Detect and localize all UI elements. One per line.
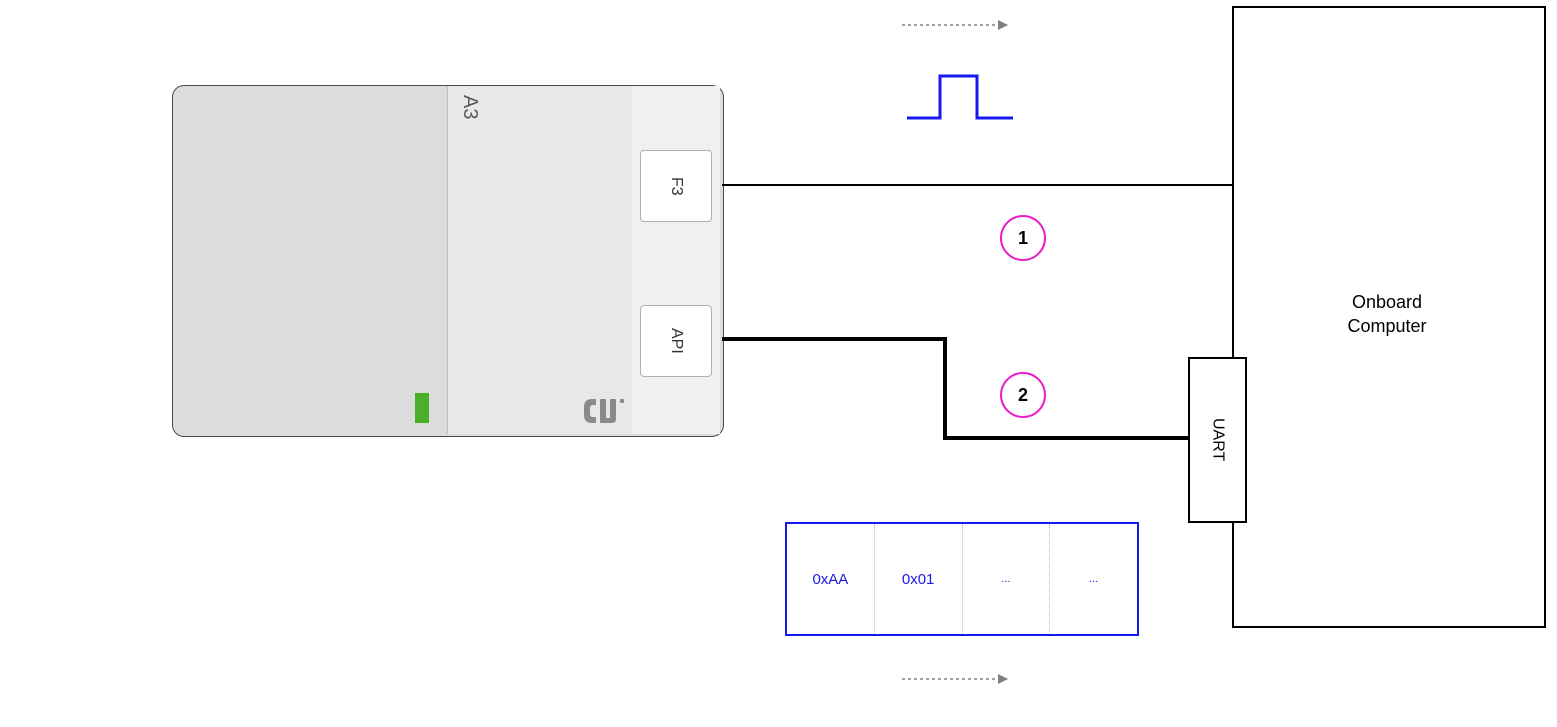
uart-port: UART bbox=[1188, 357, 1247, 523]
packet-cell-2: ... bbox=[963, 524, 1051, 634]
packet-cell-2-text: ... bbox=[1001, 573, 1010, 585]
dji-logo-icon bbox=[580, 395, 626, 432]
pulse-waveform-icon bbox=[905, 70, 1015, 127]
annotation-circle-2-text: 2 bbox=[1018, 385, 1028, 406]
packet-cell-1-text: 0x01 bbox=[902, 571, 935, 588]
a3-right-panel bbox=[447, 86, 634, 434]
packet-cell-0: 0xAA bbox=[787, 524, 875, 634]
port-f3: F3 bbox=[640, 150, 712, 222]
port-f3-label: F3 bbox=[667, 177, 685, 196]
annotation-circle-2: 2 bbox=[1000, 372, 1046, 418]
top-direction-arrow-icon bbox=[900, 18, 1020, 37]
a3-led-indicator bbox=[415, 393, 429, 423]
uart-label: UART bbox=[1209, 418, 1227, 461]
packet-cell-1: 0x01 bbox=[875, 524, 963, 634]
port-panel bbox=[632, 86, 720, 434]
port-api-label: API bbox=[667, 328, 685, 354]
a3-label: A3 bbox=[458, 95, 481, 119]
annotation-circle-1: 1 bbox=[1000, 215, 1046, 261]
packet-cell-0-text: 0xAA bbox=[812, 571, 848, 588]
packet-table: 0xAA 0x01 ... ... bbox=[785, 522, 1139, 636]
packet-cell-3-text: ... bbox=[1089, 573, 1098, 585]
connection-line-f3 bbox=[722, 184, 1232, 186]
port-api: API bbox=[640, 305, 712, 377]
bottom-direction-arrow-icon bbox=[900, 672, 1020, 691]
onboard-label-line1: Onboard bbox=[1352, 292, 1422, 312]
packet-cell-3: ... bbox=[1050, 524, 1137, 634]
onboard-label-line2: Computer bbox=[1347, 316, 1426, 336]
onboard-computer-label: Onboard Computer bbox=[1232, 290, 1542, 339]
annotation-circle-1-text: 1 bbox=[1018, 228, 1028, 249]
